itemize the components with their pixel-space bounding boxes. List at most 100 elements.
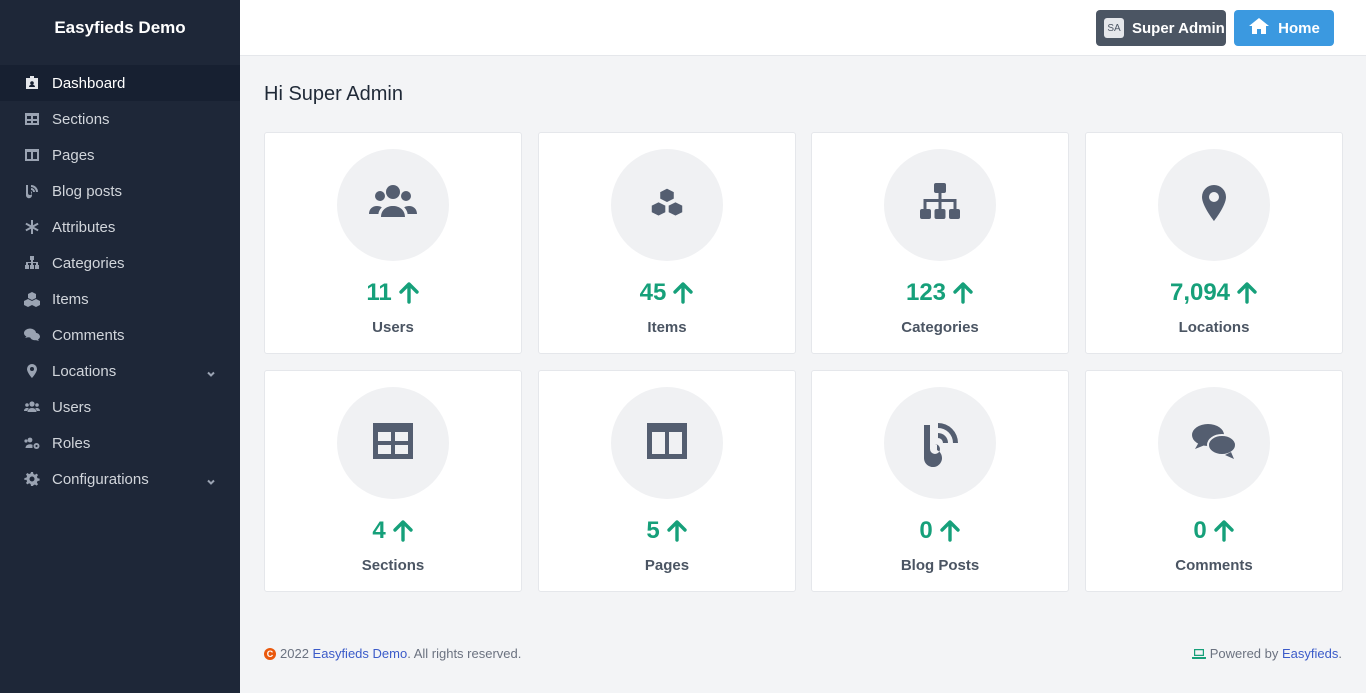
cubes-icon (24, 291, 40, 307)
stat-icon-circle (884, 387, 996, 499)
stat-value: 4 (265, 517, 521, 545)
page-title: Hi Super Admin (264, 83, 403, 105)
arrow-up-icon (666, 519, 688, 543)
asterisk-icon (24, 219, 40, 235)
stat-card-categories[interactable]: 123 Categories (811, 132, 1069, 354)
copyright-icon: C (264, 647, 276, 660)
arrow-up-icon (939, 519, 961, 543)
stat-label: Comments (1175, 557, 1253, 574)
sidebar-item-roles[interactable]: Roles (0, 425, 240, 461)
stat-card-users[interactable]: 11 Users (264, 132, 522, 354)
user-name-label: Super Admin (1132, 19, 1225, 37)
brand-title[interactable]: Easyfieds Demo (0, 0, 240, 55)
stat-value: 11 (265, 279, 521, 307)
laptop-icon (1191, 648, 1206, 660)
arrow-up-icon (392, 519, 414, 543)
stat-label: Users (372, 319, 414, 336)
chevron-down-icon[interactable] (206, 474, 216, 485)
home-icon (1248, 17, 1278, 39)
sidebar-item-label: Blog posts (52, 182, 123, 200)
sidebar: Easyfieds Demo Dashboard Sections Pages … (0, 0, 240, 693)
stat-card-blog-posts[interactable]: 0 Blog Posts (811, 370, 1069, 592)
sidebar-item-label: Sections (52, 110, 110, 128)
arrow-up-icon (1213, 519, 1235, 543)
blog-icon (914, 415, 966, 472)
stat-value: 7,094 (1086, 279, 1342, 307)
sidebar-item-label: Comments (52, 326, 125, 344)
stat-card-items[interactable]: 45 Items (538, 132, 796, 354)
sidebar-item-sections[interactable]: Sections (0, 101, 240, 137)
arrow-up-icon (952, 281, 974, 305)
sidebar-item-comments[interactable]: Comments (0, 317, 240, 353)
stat-value: 45 (539, 279, 795, 307)
footer-powered-link[interactable]: Easyfieds (1282, 646, 1338, 661)
footer-powered: Powered by Easyfieds. (1191, 646, 1342, 661)
columns-icon (24, 147, 40, 163)
stat-label: Sections (361, 557, 425, 574)
stat-icon-circle (611, 387, 723, 499)
sidebar-item-attributes[interactable]: Attributes (0, 209, 240, 245)
stat-label: Items (647, 319, 687, 336)
sidebar-item-label: Users (52, 398, 92, 416)
sitemap-icon (914, 177, 966, 234)
stat-label: Locations (1178, 319, 1250, 336)
table-icon (24, 111, 40, 127)
footer-copyright: C 2022 Easyfieds Demo. All rights reserv… (264, 646, 521, 661)
users-icon (24, 399, 40, 415)
sidebar-item-label: Dashboard (52, 74, 126, 92)
user-menu-button[interactable]: SA Super Admin (1096, 10, 1226, 46)
blog-icon (24, 183, 40, 199)
stat-icon-circle (1158, 387, 1270, 499)
map-marker-icon (1188, 177, 1240, 234)
sidebar-item-dashboard[interactable]: Dashboard (0, 65, 240, 101)
stat-label: Categories (901, 319, 979, 336)
stat-icon-circle (337, 149, 449, 261)
cog-icon (24, 471, 40, 487)
top-header: SA Super Admin Home (240, 0, 1366, 56)
sidebar-item-label: Locations (52, 362, 117, 380)
footer-brand-link[interactable]: Easyfieds Demo (313, 646, 408, 661)
stat-icon-circle (1158, 149, 1270, 261)
sidebar-item-configurations[interactable]: Configurations (0, 461, 240, 497)
sidebar-item-label: Pages (52, 146, 95, 164)
stat-value: 123 (812, 279, 1068, 307)
sidebar-item-label: Configurations (52, 470, 149, 488)
arrow-up-icon (398, 281, 420, 305)
sidebar-item-label: Items (52, 290, 89, 308)
cubes-icon (645, 181, 689, 230)
stat-card-sections[interactable]: 4 Sections (264, 370, 522, 592)
sidebar-item-pages[interactable]: Pages (0, 137, 240, 173)
sidebar-item-items[interactable]: Items (0, 281, 240, 317)
home-button-label: Home (1278, 19, 1320, 37)
sidebar-item-label: Roles (52, 434, 91, 452)
stat-icon-circle (884, 149, 996, 261)
map-marker-icon (24, 363, 40, 379)
comments-icon (1188, 415, 1240, 472)
stat-label: Pages (644, 557, 690, 574)
sidebar-item-categories[interactable]: Categories (0, 245, 240, 281)
stat-card-pages[interactable]: 5 Pages (538, 370, 796, 592)
sidebar-item-users[interactable]: Users (0, 389, 240, 425)
sidebar-item-locations[interactable]: Locations (0, 353, 240, 389)
table-icon (367, 415, 419, 472)
stat-card-locations[interactable]: 7,094 Locations (1085, 132, 1343, 354)
stat-value: 0 (1086, 517, 1342, 545)
sidebar-item-blog-posts[interactable]: Blog posts (0, 173, 240, 209)
columns-icon (641, 415, 693, 472)
avatar: SA (1104, 18, 1124, 38)
stat-card-comments[interactable]: 0 Comments (1085, 370, 1343, 592)
comments-icon (24, 327, 40, 343)
sidebar-item-label: Categories (52, 254, 125, 272)
stat-icon-circle (337, 387, 449, 499)
sidebar-item-label: Attributes (52, 218, 116, 236)
chevron-down-icon[interactable] (206, 366, 216, 377)
home-button[interactable]: Home (1234, 10, 1334, 46)
arrow-up-icon (1236, 281, 1258, 305)
stat-icon-circle (611, 149, 723, 261)
id-card-icon (24, 75, 40, 91)
users-cog-icon (24, 435, 40, 451)
sidebar-menu: Dashboard Sections Pages Blog posts Attr… (0, 65, 240, 497)
stat-value: 0 (812, 517, 1068, 545)
users-icon (367, 177, 419, 234)
arrow-up-icon (672, 281, 694, 305)
